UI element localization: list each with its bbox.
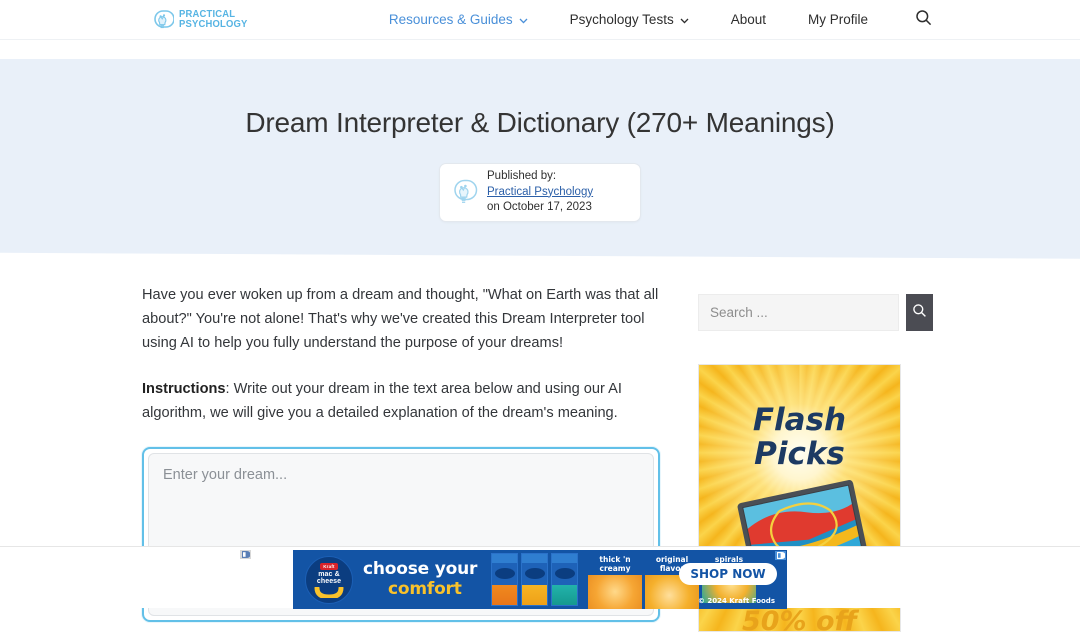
product-box: [521, 553, 548, 606]
chevron-down-icon: [519, 12, 528, 27]
nav-item-resources-guides[interactable]: Resources & Guides: [368, 12, 549, 27]
noodle-icon: [314, 586, 344, 598]
search-icon: [912, 303, 927, 321]
kraft-headline: choose your comfort: [363, 559, 477, 599]
kraft-headline-line-1: choose your: [363, 559, 478, 579]
nav-item-psychology-tests[interactable]: Psychology Tests: [549, 12, 710, 27]
flavor-label-line-1: thick 'n: [599, 555, 631, 564]
lightbulb-logo-icon: [152, 8, 175, 32]
flavor-tile: thick 'n creamy: [588, 553, 642, 609]
search-input[interactable]: [698, 293, 899, 331]
hero-section: Dream Interpreter & Dictionary (270+ Mea…: [0, 58, 1080, 259]
flavor-label-line-1: original: [655, 555, 689, 564]
nav-label-about: About: [730, 12, 766, 27]
product-box: [551, 553, 578, 606]
kraft-headline-line-2: comfort: [388, 579, 462, 599]
flavor-label-line-2: creamy: [599, 564, 631, 573]
publisher-info: Published by: Practical Psychology on Oc…: [487, 169, 593, 216]
ad-headline-line-2: Picks: [754, 435, 845, 472]
flavor-image: [588, 575, 642, 609]
site-logo-text: PRACTICAL PSYCHOLOGY: [179, 9, 248, 30]
intro-paragraph: Have you ever woken up from a dream and …: [142, 286, 659, 351]
lightbulb-avatar-icon: [451, 177, 478, 207]
adchoices-icon[interactable]: [775, 551, 786, 560]
main-navigation: Resources & Guides Psychology Tests Abou…: [368, 9, 932, 31]
sidebar-search-form: [698, 293, 933, 331]
header-search-toggle[interactable]: [889, 9, 932, 31]
publisher-card: Published by: Practical Psychology on Oc…: [439, 162, 641, 222]
page-title: Dream Interpreter & Dictionary (270+ Mea…: [245, 106, 835, 138]
instructions-paragraph: Instructions: Write out your dream in th…: [142, 377, 660, 425]
nav-item-about[interactable]: About: [710, 12, 787, 27]
kraft-badge: Kraft: [320, 562, 338, 570]
kraft-brand-logo: Kraft mac & cheese: [305, 556, 353, 604]
chevron-down-icon: [680, 12, 689, 27]
kraft-product-boxes: [491, 553, 578, 606]
sticky-bottom-ad-bar: Kraft mac & cheese choose your comfort t…: [0, 546, 1080, 609]
publisher-author-link[interactable]: Practical Psychology: [487, 185, 593, 201]
shop-now-button[interactable]: SHOP NOW: [679, 563, 777, 585]
kraft-banner-ad[interactable]: Kraft mac & cheese choose your comfort t…: [293, 550, 787, 609]
published-by-label: Published by:: [487, 170, 557, 182]
nav-label-psychology-tests: Psychology Tests: [569, 12, 674, 27]
kraft-brand-line-2: cheese: [316, 578, 342, 585]
ad-headline-line-1: Flash: [752, 401, 847, 438]
flavor-label: thick 'n creamy: [588, 553, 642, 575]
site-logo[interactable]: PRACTICAL PSYCHOLOGY: [152, 8, 255, 32]
nav-label-my-profile: My Profile: [807, 12, 868, 27]
kraft-copyright: © 2024 Kraft Foods: [697, 597, 775, 605]
logo-line-2: PSYCHOLOGY: [179, 17, 248, 30]
nav-label-resources-guides: Resources & Guides: [388, 12, 513, 27]
search-submit-button[interactable]: [906, 293, 933, 331]
product-box: [491, 553, 518, 606]
site-header: PRACTICAL PSYCHOLOGY Resources & Guides …: [0, 0, 1080, 40]
search-icon: [915, 9, 932, 31]
kraft-brand-name: mac & cheese: [317, 571, 341, 586]
ad-offer-text: 50% off: [741, 605, 858, 632]
ad-headline: Flash Picks: [699, 403, 900, 471]
published-date: on October 17, 2023: [487, 201, 592, 213]
instructions-label: Instructions: [142, 380, 226, 397]
kraft-brand-line-1: mac &: [318, 570, 340, 578]
nav-item-my-profile[interactable]: My Profile: [787, 12, 889, 27]
adchoices-icon[interactable]: [240, 550, 251, 559]
